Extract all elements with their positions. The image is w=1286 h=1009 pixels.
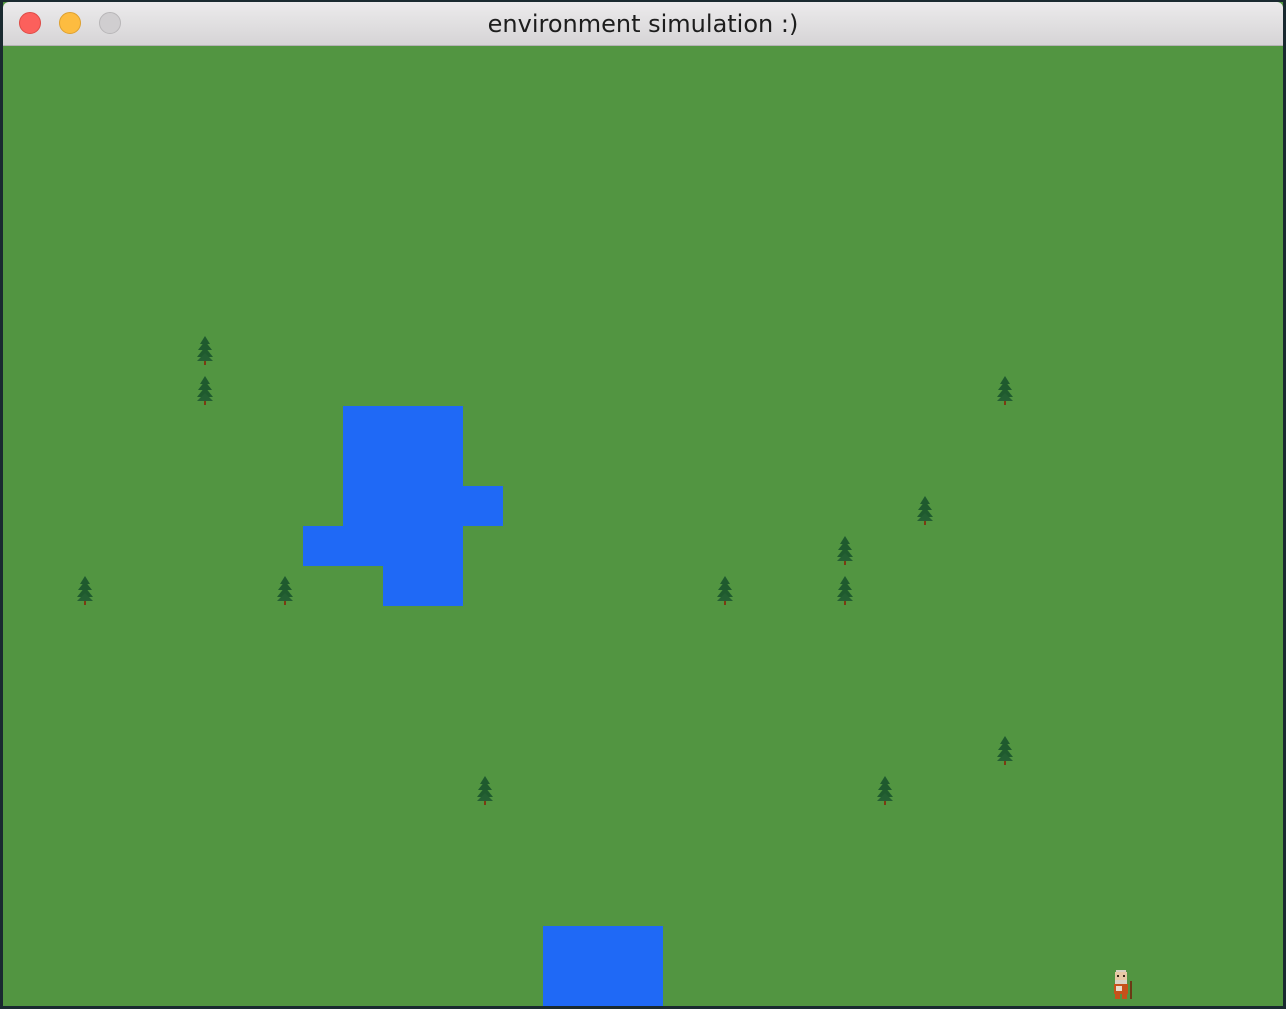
tree-icon bbox=[877, 776, 893, 805]
tree-icon bbox=[197, 376, 213, 405]
tree-icon bbox=[997, 376, 1013, 405]
water-tile bbox=[543, 926, 663, 1006]
water-tile bbox=[383, 566, 463, 606]
window-title: environment simulation :) bbox=[487, 10, 799, 38]
tree-icon bbox=[997, 736, 1013, 765]
title-bar[interactable]: environment simulation :) bbox=[3, 2, 1283, 46]
grass-field bbox=[3, 46, 1283, 1006]
tree-icon bbox=[917, 496, 933, 525]
tree-icon bbox=[837, 536, 853, 565]
tree-icon bbox=[277, 576, 293, 605]
tree-icon bbox=[717, 576, 733, 605]
tree-icon bbox=[837, 576, 853, 605]
simulation-window: environment simulation :) bbox=[3, 2, 1283, 1006]
water-tile bbox=[303, 526, 463, 566]
villager-icon bbox=[1114, 970, 1132, 999]
water-tile bbox=[343, 406, 463, 486]
tree-icon bbox=[77, 576, 93, 605]
tree-icon bbox=[197, 336, 213, 365]
water-tile bbox=[343, 486, 503, 526]
tree-icon bbox=[477, 776, 493, 805]
